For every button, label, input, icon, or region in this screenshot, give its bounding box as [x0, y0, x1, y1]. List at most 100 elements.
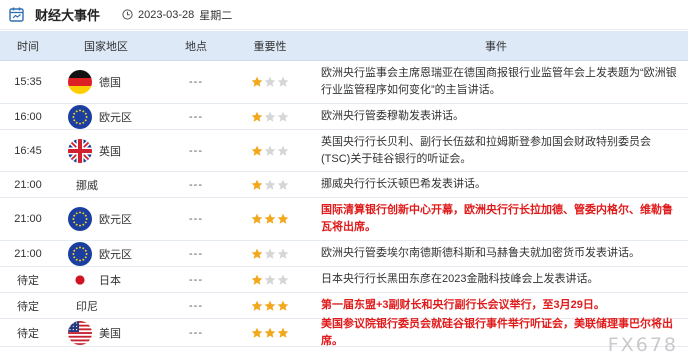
country-name: 欧元区	[99, 248, 132, 261]
location-text: ---	[189, 299, 203, 312]
location-text: ---	[189, 110, 203, 123]
event-time: 21:00	[14, 247, 42, 260]
page-title: 财经大事件	[35, 8, 101, 23]
event-country: 美国	[56, 319, 156, 346]
table-header: 时间 国家地区 地点 重要性 事件	[0, 31, 688, 61]
event-country: 挪威	[56, 172, 156, 197]
table-row[interactable]: 21:00 欧元区 --- 国际清算银行创新中心开幕，欧洲央行行长拉加德、管委内格尔、…	[0, 198, 688, 241]
event-country: 欧元区	[56, 198, 156, 240]
event-time: 15:35	[14, 76, 42, 88]
event-description: 欧洲央行管委穆勒发表讲话。	[321, 110, 464, 122]
event-country: 英国	[56, 130, 156, 171]
clock-icon	[122, 9, 133, 20]
location-text: ---	[189, 247, 203, 260]
star-empty-icon	[277, 145, 289, 157]
date-text: 2023-03-28	[138, 8, 195, 21]
column-header-time: 时间	[17, 40, 39, 53]
date-display: 2023-03-28 星期二	[122, 7, 232, 23]
table-row[interactable]: 15:35 德国 --- 欧洲央行监事会主席恩瑞亚在德国商报银行业监管年会上发表题为“…	[0, 61, 688, 104]
star-empty-icon	[277, 248, 289, 260]
event-country: 印尼	[56, 293, 156, 318]
eu-flag-icon	[68, 104, 92, 129]
table-row[interactable]: 16:45 英国 --- 英国央行行长贝利、副行长伍兹和拉姆斯登参加国会财政特别委员会…	[0, 130, 688, 172]
calendar-icon	[8, 6, 25, 23]
country-name: 挪威	[76, 179, 98, 192]
star-filled-icon	[251, 213, 263, 225]
location-text: ---	[189, 76, 203, 88]
importance-rating	[236, 61, 304, 103]
table-row[interactable]: 待定 美国 --- 美国参议院银行委员会就硅谷银行事件举行听证会，美联储理事巴尔将出席…	[0, 318, 688, 347]
star-empty-icon	[277, 179, 289, 191]
event-time: 待定	[17, 274, 39, 287]
country-name: 英国	[99, 145, 121, 158]
table-row[interactable]: 待定 日本 --- 日本央行行长黑田东彦在2023金融科技峰会上发表讲话。	[0, 267, 688, 293]
weekday-text: 星期二	[199, 9, 233, 22]
star-filled-icon	[277, 213, 289, 225]
table-row[interactable]: 16:00 欧元区 --- 欧洲央行管委穆勒发表讲话。	[0, 104, 688, 130]
table-row[interactable]: 21:00 挪威 --- 挪威央行行长沃顿巴希发表讲话。	[0, 172, 688, 198]
event-location: ---	[156, 61, 236, 103]
country-name: 印尼	[76, 300, 98, 313]
event-description: 英国央行行长贝利、副行长伍兹和拉姆斯登参加国会财政特别委员会(TSC)关于硅谷银…	[321, 135, 651, 165]
watermark: FX678	[607, 334, 678, 356]
star-empty-icon	[264, 145, 276, 157]
event-country: 德国	[56, 61, 156, 103]
uk-flag-icon	[68, 138, 92, 163]
event-description: 挪威央行行长沃顿巴希发表讲话。	[321, 178, 486, 190]
star-empty-icon	[264, 248, 276, 260]
country-name: 欧元区	[99, 111, 132, 124]
event-time: 待定	[17, 327, 39, 340]
star-empty-icon	[264, 179, 276, 191]
star-filled-icon	[251, 274, 263, 286]
event-location: ---	[156, 293, 236, 318]
importance-rating	[236, 172, 304, 197]
event-location: ---	[156, 172, 236, 197]
star-filled-icon	[251, 327, 263, 339]
event-time: 16:45	[14, 144, 42, 157]
event-description: 国际清算银行创新中心开幕，欧洲央行行长拉加德、管委内格尔、维勒鲁瓦将出席。	[321, 204, 673, 233]
importance-rating	[236, 267, 304, 292]
importance-rating	[236, 104, 304, 129]
country-name: 欧元区	[99, 214, 132, 226]
event-description: 欧洲央行监事会主席恩瑞亚在德国商报银行业监管年会上发表题为“欧洲银行业监管程序如…	[321, 67, 677, 96]
star-filled-icon	[264, 213, 276, 225]
importance-rating	[236, 198, 304, 240]
event-description: 欧洲央行管委埃尔南德斯德科斯和马赫鲁夫就加密货币发表讲话。	[321, 247, 640, 259]
event-location: ---	[156, 267, 236, 292]
table-row[interactable]: 21:00 欧元区 --- 欧洲央行管委埃尔南德斯德科斯和马赫鲁夫就加密货币发表讲话。	[0, 241, 688, 267]
importance-rating	[236, 293, 304, 318]
event-country: 欧元区	[56, 241, 156, 266]
eu-flag-icon	[68, 241, 92, 266]
event-time: 21:00	[14, 178, 42, 191]
japan-flag-icon	[68, 267, 92, 292]
star-empty-icon	[264, 111, 276, 123]
event-location: ---	[156, 319, 236, 346]
event-location: ---	[156, 130, 236, 171]
importance-rating	[236, 241, 304, 266]
star-filled-icon	[251, 145, 263, 157]
event-country: 日本	[56, 267, 156, 292]
star-filled-icon	[277, 327, 289, 339]
column-header-location: 地点	[185, 40, 207, 53]
star-empty-icon	[277, 111, 289, 123]
column-header-importance: 重要性	[253, 40, 287, 53]
location-text: ---	[189, 144, 203, 157]
event-description: 日本央行行长黑田东彦在2023金融科技峰会上发表讲话。	[321, 273, 599, 285]
event-location: ---	[156, 104, 236, 129]
star-filled-icon	[277, 300, 289, 312]
star-filled-icon	[251, 76, 263, 88]
star-filled-icon	[251, 179, 263, 191]
star-filled-icon	[264, 300, 276, 312]
star-filled-icon	[251, 300, 263, 312]
star-filled-icon	[251, 248, 263, 260]
event-location: ---	[156, 198, 236, 240]
location-text: ---	[189, 273, 203, 286]
eu-flag-icon	[68, 207, 92, 231]
star-filled-icon	[251, 111, 263, 123]
us-flag-icon	[68, 320, 92, 345]
country-name: 日本	[99, 274, 121, 287]
column-header-event: 事件	[485, 40, 507, 53]
star-empty-icon	[277, 76, 289, 88]
star-filled-icon	[264, 327, 276, 339]
importance-rating	[236, 130, 304, 171]
